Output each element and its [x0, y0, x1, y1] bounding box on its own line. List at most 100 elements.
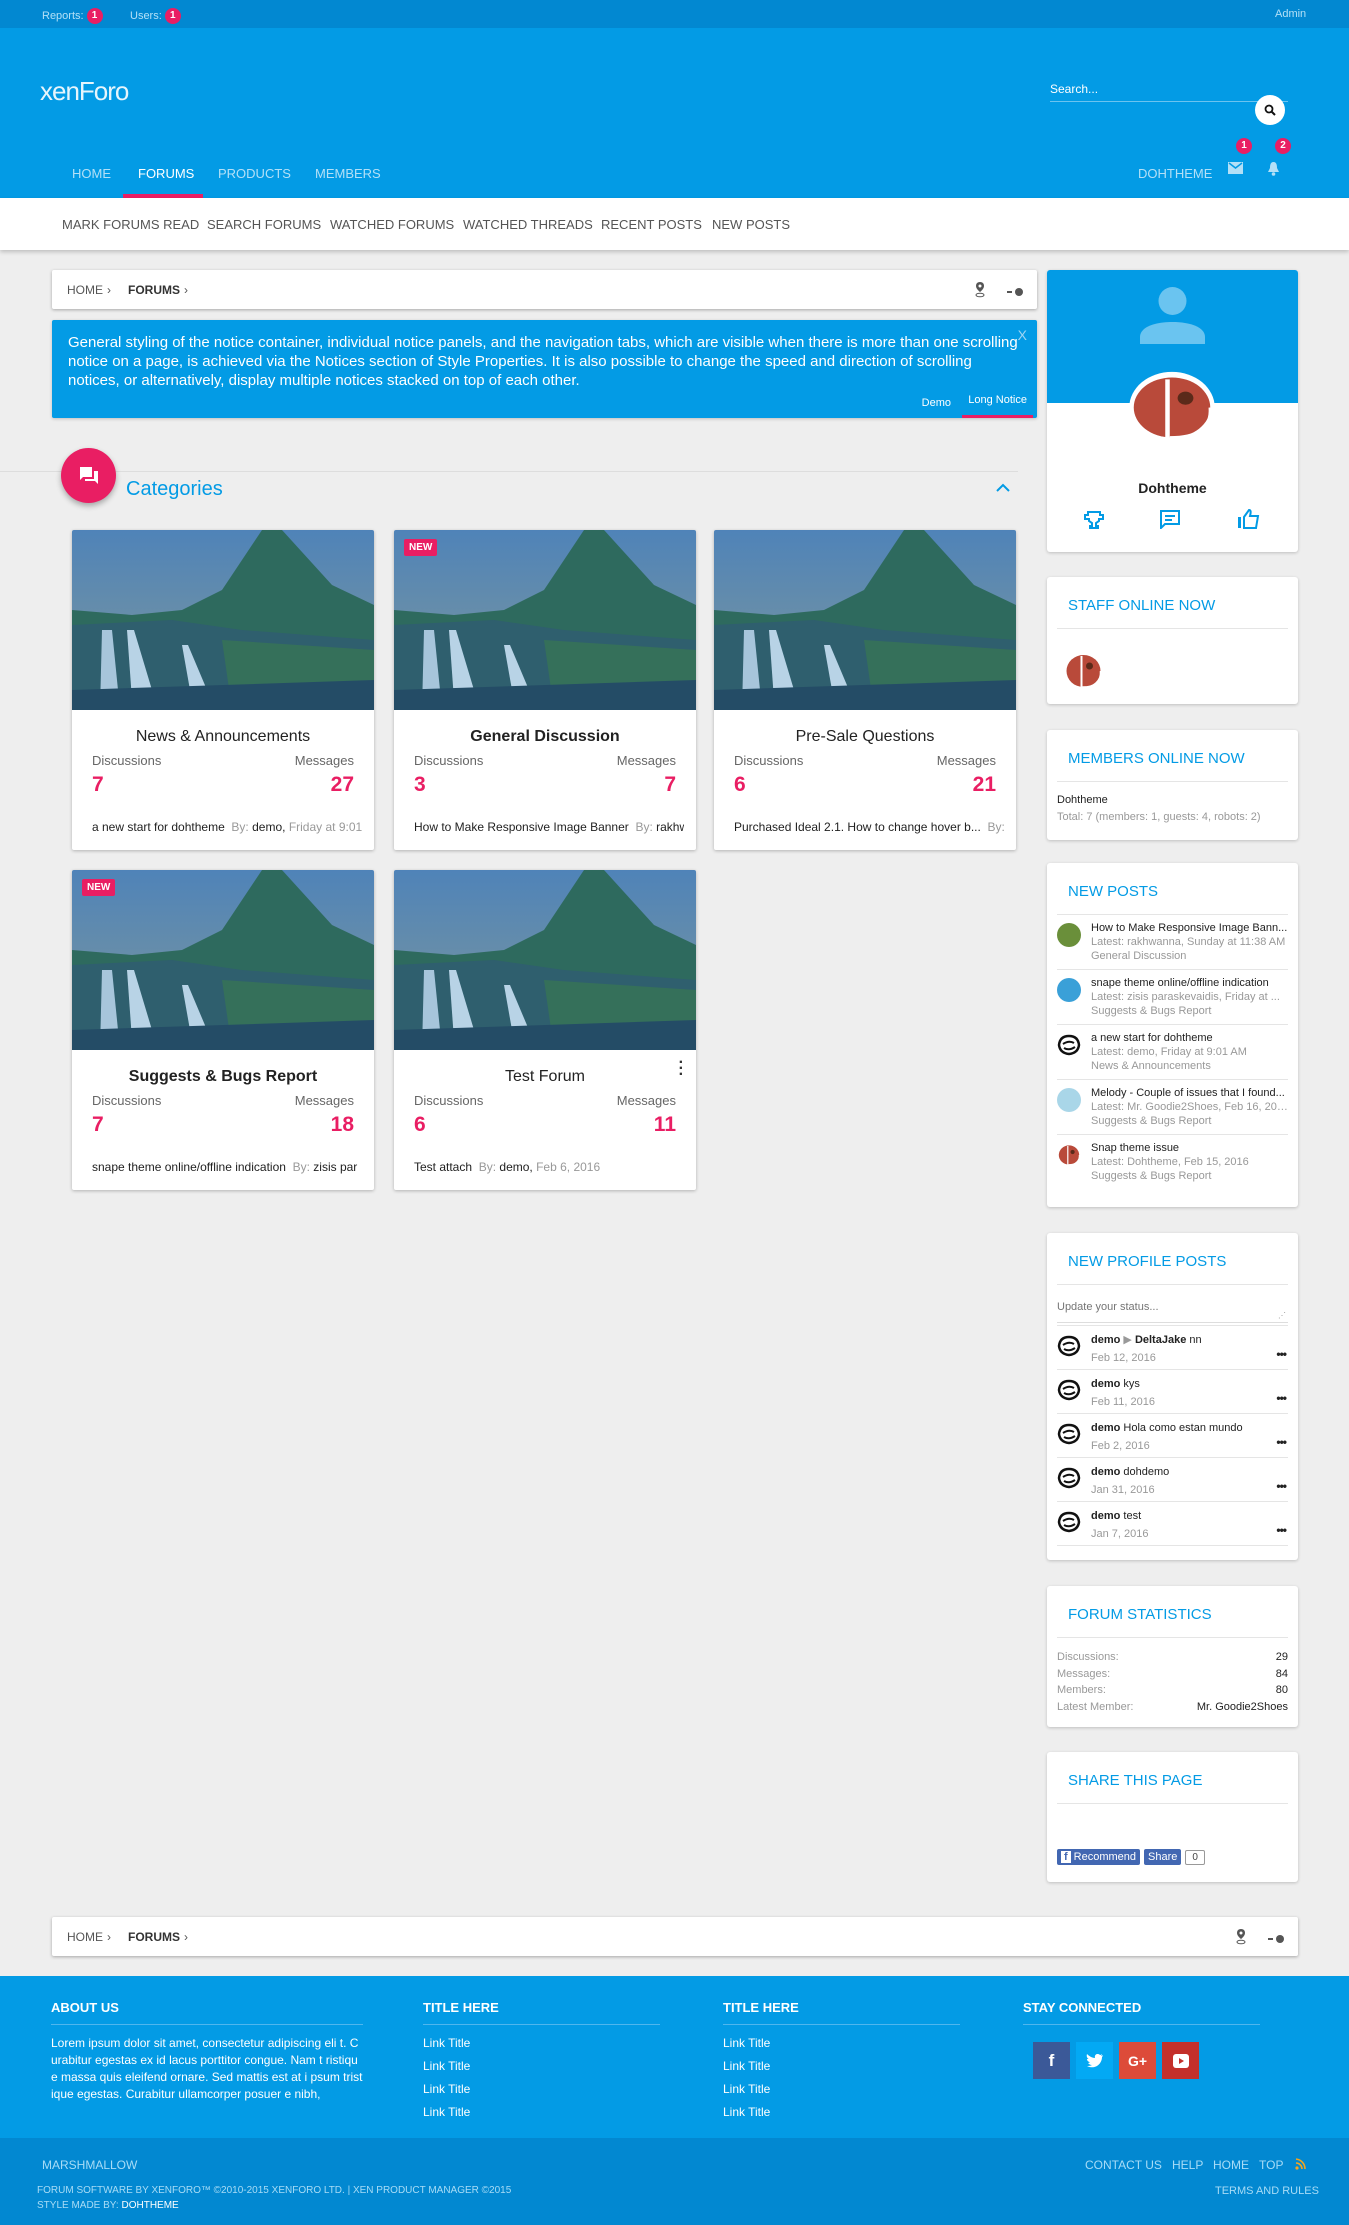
- more-options-icon[interactable]: •••: [1276, 1434, 1287, 1450]
- forum-card[interactable]: Pre-Sale Questions Discussions Messages …: [714, 530, 1016, 850]
- avatar[interactable]: [1057, 1143, 1081, 1167]
- more-options-icon[interactable]: •••: [1276, 1346, 1287, 1362]
- footer-link[interactable]: Link Title: [723, 2082, 770, 2096]
- location-pin-icon[interactable]: [974, 281, 986, 303]
- avatar[interactable]: [1057, 923, 1081, 947]
- staff-avatar[interactable]: [1061, 651, 1106, 691]
- facebook-icon[interactable]: f: [1033, 2042, 1070, 2079]
- post-forum[interactable]: Suggests & Bugs Report: [1091, 1169, 1288, 1183]
- avatar[interactable]: [1057, 978, 1081, 1002]
- avatar[interactable]: [1057, 1510, 1081, 1534]
- post-title[interactable]: Snap theme issue: [1091, 1141, 1288, 1155]
- footer-link[interactable]: Link Title: [723, 2059, 770, 2073]
- footer-link[interactable]: Link Title: [423, 2082, 470, 2096]
- forum-card[interactable]: NEW Suggests & Bugs Report Discussions M…: [72, 870, 374, 1190]
- breadcrumb-forums[interactable]: FORUMS: [128, 283, 180, 297]
- post-date[interactable]: Jan 7, 2016: [1091, 1526, 1288, 1542]
- post-date[interactable]: Feb 11, 2016: [1091, 1394, 1288, 1410]
- search-input[interactable]: [1050, 82, 1250, 96]
- avatar[interactable]: [1057, 1378, 1081, 1402]
- tab-products[interactable]: PRODUCTS: [218, 166, 291, 181]
- forum-image[interactable]: [394, 530, 696, 710]
- more-options-icon[interactable]: •••: [1276, 1478, 1287, 1494]
- breadcrumb-home[interactable]: HOME: [67, 283, 103, 297]
- facebook-recommend-button[interactable]: f Recommend: [1057, 1849, 1141, 1865]
- post-date[interactable]: Feb 12, 2016: [1091, 1350, 1288, 1366]
- style-author-link[interactable]: DOHTHEME: [121, 2200, 178, 2211]
- post-title[interactable]: snape theme online/offline indication: [1091, 976, 1288, 990]
- footer-link[interactable]: Link Title: [723, 2036, 770, 2050]
- tab-home[interactable]: HOME: [72, 166, 111, 181]
- last-post-user[interactable]: zisis par: [313, 1160, 357, 1174]
- recent-posts-link[interactable]: RECENT POSTS: [601, 217, 702, 232]
- twitter-icon[interactable]: [1076, 2042, 1113, 2079]
- last-post-title[interactable]: snape theme online/offline indication: [92, 1160, 286, 1174]
- more-options-icon[interactable]: •••: [1276, 1390, 1287, 1406]
- last-post-title[interactable]: Test attach: [414, 1160, 472, 1174]
- avatar[interactable]: [1057, 1033, 1081, 1057]
- contact-us-link[interactable]: CONTACT US: [1085, 2158, 1162, 2172]
- forum-title[interactable]: Test Forum: [394, 1068, 696, 1086]
- new-posts-link[interactable]: NEW POSTS: [712, 217, 790, 232]
- watched-forums-link[interactable]: WATCHED FORUMS: [330, 217, 454, 232]
- rss-icon[interactable]: [1295, 2158, 1306, 2170]
- forum-card[interactable]: News & Announcements Discussions Message…: [72, 530, 374, 850]
- footer-link[interactable]: Link Title: [423, 2105, 470, 2119]
- profile-name[interactable]: Dohtheme: [1047, 480, 1298, 496]
- alerts-button[interactable]: [1267, 161, 1280, 182]
- search-forums-link[interactable]: SEARCH FORUMS: [207, 217, 321, 232]
- forum-card[interactable]: Test Forum · · · Discussions Messages 6 11…: [394, 870, 696, 1190]
- last-post-user[interactable]: demo,: [499, 1160, 532, 1174]
- breadcrumb-forums[interactable]: FORUMS: [128, 1930, 180, 1944]
- post-forum[interactable]: Suggests & Bugs Report: [1091, 1114, 1288, 1128]
- top-link[interactable]: TOP: [1259, 2158, 1283, 2172]
- poster-name[interactable]: demo: [1091, 1422, 1120, 1434]
- trophy-icon[interactable]: [1084, 511, 1104, 529]
- watched-threads-link[interactable]: WATCHED THREADS: [463, 217, 593, 232]
- status-input[interactable]: [1057, 1293, 1288, 1313]
- target-name[interactable]: DeltaJake: [1135, 1334, 1186, 1346]
- likes-icon[interactable]: [1237, 509, 1260, 529]
- copyright[interactable]: FORUM SOFTWARE BY XENFORO™ ©2010-2015 XE…: [37, 2185, 511, 2196]
- avatar[interactable]: [1057, 1088, 1081, 1112]
- admin-link[interactable]: Admin: [1275, 8, 1306, 20]
- forum-image[interactable]: [72, 530, 374, 710]
- post-date[interactable]: Feb 2, 2016: [1091, 1438, 1288, 1454]
- post-title[interactable]: Melody - Couple of issues that I found..…: [1091, 1086, 1288, 1100]
- footer-link[interactable]: Link Title: [723, 2105, 770, 2119]
- jump-icon[interactable]: [1268, 1931, 1285, 1949]
- footer-link[interactable]: Link Title: [423, 2036, 470, 2050]
- resize-handle-icon[interactable]: ⋰: [1278, 1311, 1286, 1320]
- last-post-user[interactable]: rakhw: [656, 820, 684, 834]
- forum-title[interactable]: News & Announcements: [72, 728, 374, 746]
- footer-link[interactable]: Link Title: [423, 2059, 470, 2073]
- last-post-user[interactable]: demo,: [252, 820, 285, 834]
- breadcrumb-home[interactable]: HOME: [67, 1930, 103, 1944]
- post-forum[interactable]: General Discussion: [1091, 949, 1288, 963]
- category-title[interactable]: Categories: [126, 478, 223, 501]
- search-button[interactable]: [1255, 95, 1285, 125]
- facebook-share-button[interactable]: Share: [1144, 1849, 1182, 1865]
- home-link[interactable]: HOME: [1213, 2158, 1249, 2172]
- forum-title[interactable]: General Discussion: [394, 728, 696, 746]
- user-menu[interactable]: DOHTHEME: [1138, 166, 1212, 181]
- last-post-title[interactable]: Purchased Ideal 2.1. How to change hover…: [734, 820, 981, 834]
- collapse-chevron-up-icon[interactable]: [996, 483, 1010, 492]
- jump-icon[interactable]: [1007, 284, 1024, 302]
- forum-title[interactable]: Suggests & Bugs Report: [72, 1068, 374, 1086]
- notice-tab-demo[interactable]: Demo: [922, 394, 951, 413]
- poster-name[interactable]: demo: [1091, 1510, 1120, 1522]
- tab-forums[interactable]: FORUMS: [138, 166, 194, 181]
- tab-members[interactable]: MEMBERS: [315, 166, 381, 181]
- post-forum[interactable]: News & Announcements: [1091, 1059, 1288, 1073]
- more-options-icon[interactable]: •••: [1276, 1522, 1287, 1538]
- close-icon[interactable]: X: [1018, 326, 1027, 345]
- users-link[interactable]: Users: 1: [130, 8, 181, 24]
- online-member-link[interactable]: Dohtheme: [1057, 794, 1288, 806]
- avatar[interactable]: [1057, 1422, 1081, 1446]
- avatar[interactable]: [1057, 1466, 1081, 1490]
- google-plus-icon[interactable]: G+: [1119, 2042, 1156, 2079]
- forum-image[interactable]: [72, 870, 374, 1050]
- last-post-title[interactable]: a new start for dohtheme: [92, 820, 225, 834]
- terms-link[interactable]: TERMS AND RULES: [1215, 2185, 1319, 2197]
